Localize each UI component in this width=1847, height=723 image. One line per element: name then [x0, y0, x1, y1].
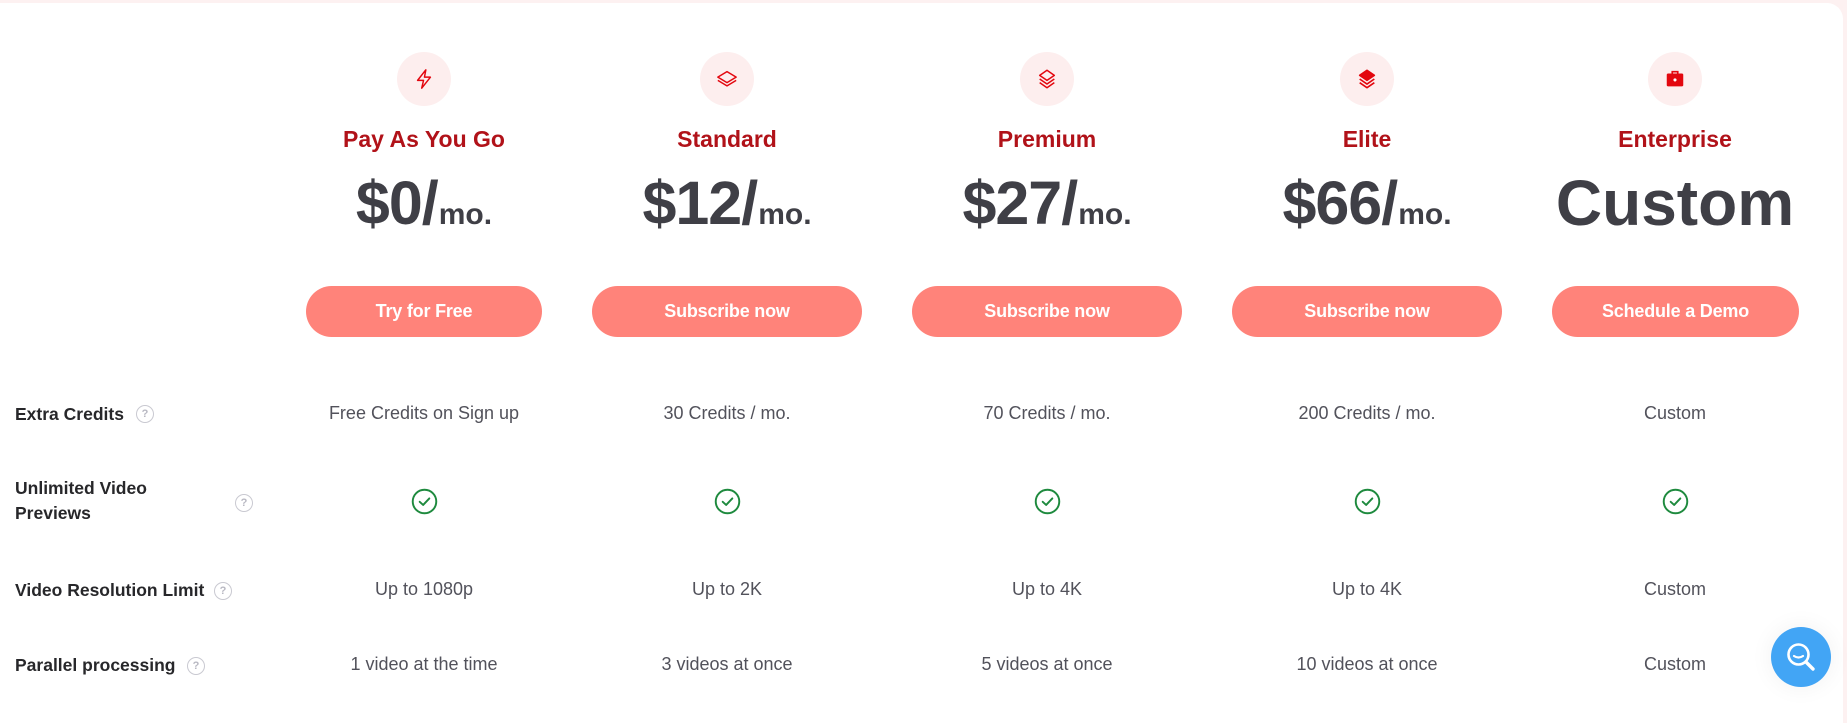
- plan-price: $12/mo.: [577, 168, 877, 255]
- price-amount: $12/: [642, 169, 758, 237]
- feature-value: 200 Credits / mo.: [1298, 403, 1436, 423]
- feature-label-unlimited-video-previews: Unlimited Video Previews: [15, 476, 147, 526]
- check-circle-icon: [714, 488, 740, 515]
- pricing-card: [0, 3, 1843, 723]
- feature-label-line: Previews: [15, 503, 91, 523]
- plan-price: Custom: [1525, 168, 1825, 256]
- feature-label-extra-credits: Extra Credits: [15, 404, 124, 424]
- plan-name: Pay As You Go: [343, 126, 505, 152]
- price-unit: mo.: [758, 198, 812, 231]
- plan-price: $0/mo.: [274, 168, 574, 255]
- layers-stack-filled-icon: [1340, 52, 1394, 106]
- price-amount: Custom: [1555, 167, 1795, 239]
- feature-value: 10 videos at once: [1296, 654, 1438, 674]
- price-amount: $27/: [962, 169, 1078, 237]
- search-fab-button[interactable]: [1771, 627, 1831, 687]
- subscribe-standard-button[interactable]: Subscribe now: [592, 286, 862, 337]
- subscribe-elite-button[interactable]: Subscribe now: [1232, 286, 1502, 337]
- price-unit: mo.: [438, 198, 493, 231]
- layers-stack-outline-icon: [1020, 52, 1074, 106]
- feature-value: Custom: [1643, 579, 1706, 599]
- feature-value: 1 video at the time: [350, 654, 498, 674]
- price-amount: $66/: [1282, 169, 1398, 237]
- check-circle-icon: [1354, 488, 1380, 515]
- check-circle-icon: [411, 488, 437, 515]
- plan-price: $66/mo.: [1217, 168, 1517, 255]
- feature-value: Up to 2K: [691, 579, 763, 599]
- feature-value: Custom: [1643, 403, 1706, 423]
- search-icon: [1787, 643, 1815, 671]
- plan-price: $27/mo.: [897, 168, 1197, 255]
- check-circle-icon: [1662, 488, 1688, 515]
- help-icon[interactable]: ?: [187, 657, 205, 675]
- feature-value: 70 Credits / mo.: [983, 403, 1111, 423]
- feature-value: Up to 4K: [1011, 579, 1083, 599]
- feature-value: Free Credits on Sign up: [328, 403, 520, 423]
- feature-label-video-resolution-limit: Video Resolution Limit: [15, 580, 205, 600]
- price-unit: mo.: [1398, 198, 1452, 231]
- feature-value: 5 videos at once: [981, 654, 1113, 674]
- plan-name: Premium: [997, 126, 1097, 152]
- help-icon[interactable]: ?: [136, 405, 154, 423]
- feature-value: Up to 4K: [1331, 579, 1403, 599]
- check-circle-icon: [1034, 488, 1060, 515]
- subscribe-premium-button[interactable]: Subscribe now: [912, 286, 1182, 337]
- feature-value: Up to 1080p: [374, 579, 474, 599]
- plan-name: Standard: [677, 126, 777, 152]
- feature-value: 30 Credits / mo.: [663, 403, 791, 423]
- help-icon[interactable]: ?: [214, 582, 232, 600]
- feature-label-line: Unlimited Video: [15, 478, 147, 498]
- help-icon[interactable]: ?: [235, 494, 253, 512]
- plan-name: Elite: [1342, 126, 1392, 152]
- schedule-demo-button[interactable]: Schedule a Demo: [1552, 286, 1799, 337]
- briefcase-icon: [1648, 52, 1702, 106]
- price-unit: mo.: [1078, 198, 1132, 231]
- feature-value: 3 videos at once: [661, 654, 793, 674]
- price-amount: $0/: [355, 169, 439, 237]
- lightning-bolt-icon: [397, 52, 451, 106]
- try-for-free-button[interactable]: Try for Free: [306, 286, 542, 337]
- plan-name: Enterprise: [1618, 126, 1732, 152]
- feature-label-parallel-processing: Parallel processing: [15, 655, 176, 675]
- layer-single-icon: [700, 52, 754, 106]
